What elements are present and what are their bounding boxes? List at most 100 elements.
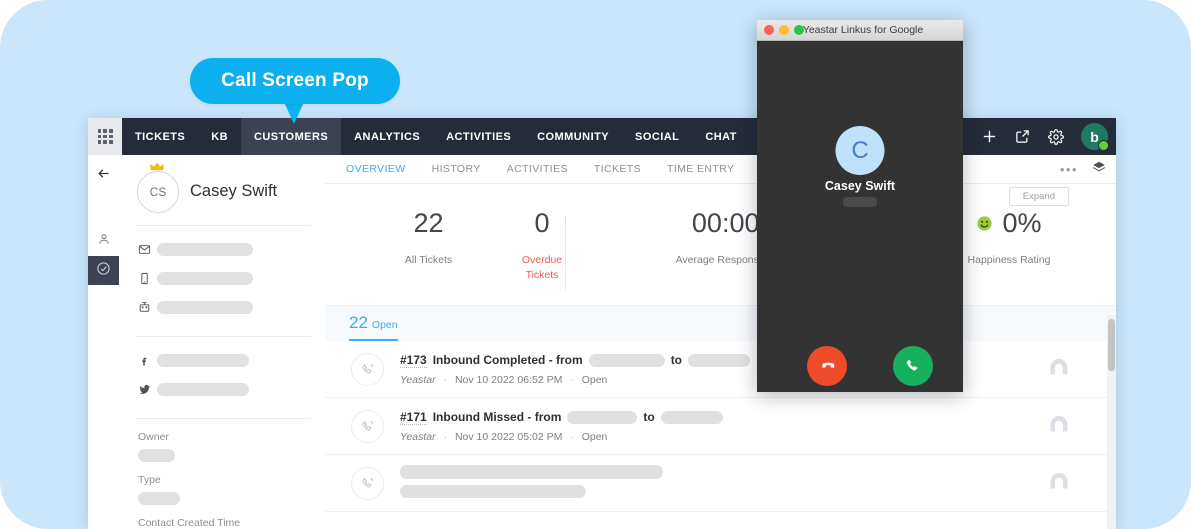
contact-field-phone[interactable] bbox=[119, 293, 325, 322]
expand-button[interactable]: Expand bbox=[1008, 187, 1069, 206]
meta-separator: · bbox=[570, 373, 574, 386]
table-row[interactable]: #171 Inbound Missed - from to Yeastar · … bbox=[325, 398, 1116, 455]
contact-field-email[interactable] bbox=[119, 235, 325, 264]
stat-value: 0 bbox=[534, 208, 550, 238]
crown-icon bbox=[150, 161, 165, 173]
masked-value bbox=[157, 354, 249, 367]
divider bbox=[135, 225, 311, 226]
page-background: TICKETS KB CUSTOMERS ANALYTICS ACTIVITIE… bbox=[0, 0, 1191, 529]
contact-avatar[interactable]: CS bbox=[137, 171, 179, 213]
contact-field-mobile[interactable] bbox=[119, 264, 325, 293]
table-row[interactable] bbox=[325, 455, 1116, 512]
tab-history[interactable]: HISTORY bbox=[419, 156, 494, 183]
window-title-bar[interactable]: Yeastar Linkus for Google bbox=[757, 20, 963, 41]
callout-pointer bbox=[284, 102, 304, 124]
field-label-contact-created-time: Contact Created Time bbox=[138, 517, 241, 529]
callout-bubble: Call Screen Pop bbox=[190, 58, 400, 104]
ticket-to-label: to bbox=[670, 353, 683, 367]
close-button[interactable] bbox=[764, 25, 774, 35]
nav-item-kb[interactable]: KB bbox=[198, 118, 241, 155]
plus-icon[interactable] bbox=[980, 127, 999, 146]
stat-all-tickets: 22 All Tickets bbox=[367, 210, 490, 268]
smiley-icon bbox=[976, 215, 993, 232]
nav-label: CUSTOMERS bbox=[254, 130, 329, 143]
rail-button-person[interactable] bbox=[88, 227, 119, 256]
stat-number: 00:00 bbox=[691, 208, 760, 238]
tab-time-entry[interactable]: TIME ENTRY bbox=[654, 156, 747, 183]
nav-item-activities[interactable]: ACTIVITIES bbox=[433, 118, 524, 155]
stats-row: 22 All Tickets 0 Overdue Tickets 00:00hr… bbox=[325, 210, 1116, 305]
open-label: Open bbox=[371, 319, 398, 331]
answer-call-button[interactable] bbox=[893, 346, 933, 386]
stat-label: All Tickets bbox=[404, 254, 453, 266]
nav-label: TICKETS bbox=[135, 130, 186, 143]
check-circle-icon bbox=[96, 261, 111, 281]
ticket-status: Open bbox=[581, 373, 608, 386]
more-options-icon[interactable]: ••• bbox=[1060, 162, 1078, 177]
field-label-type: Type bbox=[138, 474, 161, 486]
rail-button-tasks[interactable] bbox=[88, 256, 119, 285]
nav-label: SOCIAL bbox=[635, 130, 680, 143]
stat-divider bbox=[565, 216, 566, 290]
open-filter-tab[interactable]: 22 Open bbox=[349, 313, 398, 341]
masked-value bbox=[157, 301, 253, 314]
traffic-lights bbox=[764, 20, 804, 40]
contact-field-facebook[interactable] bbox=[119, 346, 325, 375]
phone-ring-icon bbox=[351, 352, 384, 386]
tab-label: TIME ENTRY bbox=[667, 162, 735, 175]
masked-meta bbox=[400, 485, 586, 498]
table-row[interactable]: #173 Inbound Completed - from to Yeastar… bbox=[325, 341, 1116, 398]
nav-item-community[interactable]: COMMUNITY bbox=[524, 118, 622, 155]
ticket-org: Yeastar bbox=[400, 373, 436, 386]
nav-item-tickets[interactable]: TICKETS bbox=[122, 118, 198, 155]
ticket-title-row: #171 Inbound Missed - from to bbox=[400, 410, 1116, 425]
facebook-icon bbox=[138, 355, 157, 367]
ticket-list: #173 Inbound Completed - from to Yeastar… bbox=[325, 341, 1116, 512]
caller-number-masked bbox=[843, 197, 877, 207]
callout-label: Call Screen Pop bbox=[221, 70, 369, 91]
contact-panel: CS Casey Swift Owner Type Contact Create… bbox=[119, 155, 326, 529]
scrollbar-thumb[interactable] bbox=[1108, 319, 1115, 371]
avatar[interactable]: b bbox=[1081, 123, 1109, 151]
phone-ring-icon bbox=[351, 466, 384, 500]
user-placeholder-icon bbox=[1046, 470, 1072, 496]
layers-icon[interactable] bbox=[1092, 160, 1106, 179]
nav-item-social[interactable]: SOCIAL bbox=[622, 118, 692, 155]
external-link-icon[interactable] bbox=[1013, 127, 1032, 146]
person-icon bbox=[97, 232, 111, 251]
nav-item-chat[interactable]: CHAT bbox=[692, 118, 750, 155]
contact-field-twitter[interactable] bbox=[119, 375, 325, 404]
nav-label: KB bbox=[211, 130, 229, 143]
left-icon-rail bbox=[88, 155, 120, 529]
phone-icon bbox=[138, 301, 157, 314]
minimize-button[interactable] bbox=[779, 25, 789, 35]
contact-labelled-fields: Owner Type Contact Created Time bbox=[119, 431, 325, 529]
nav-item-analytics[interactable]: ANALYTICS bbox=[341, 118, 433, 155]
maximize-button[interactable] bbox=[794, 25, 804, 35]
meta-separator: · bbox=[443, 430, 448, 443]
decline-call-button[interactable] bbox=[807, 346, 847, 386]
stat-label: Overdue Tickets bbox=[521, 254, 563, 281]
answer-call-icon bbox=[903, 356, 923, 376]
meta-separator: · bbox=[443, 373, 448, 386]
meta-separator: · bbox=[570, 430, 574, 443]
avatar-initial: b bbox=[1090, 128, 1099, 145]
ticket-id[interactable]: #171 bbox=[400, 410, 427, 425]
open-filter-bar: 22 Open bbox=[325, 305, 1116, 341]
masked-value bbox=[157, 383, 249, 396]
divider bbox=[135, 336, 311, 337]
caller-avatar-initial: C bbox=[851, 136, 869, 164]
ticket-title: Inbound Missed - from bbox=[432, 410, 562, 424]
ticket-id[interactable]: #173 bbox=[400, 353, 427, 368]
tab-activities[interactable]: ACTIVITIES bbox=[494, 156, 581, 183]
gear-icon[interactable] bbox=[1046, 127, 1065, 146]
tab-label: TICKETS bbox=[593, 162, 642, 175]
masked-to-number bbox=[660, 410, 723, 424]
apps-grid-button[interactable] bbox=[88, 118, 122, 155]
linkus-call-window: Yeastar Linkus for Google C Casey Swift bbox=[757, 20, 963, 392]
tab-tickets[interactable]: TICKETS bbox=[581, 156, 654, 183]
user-placeholder-icon bbox=[1046, 356, 1072, 382]
main-content: OVERVIEW HISTORY ACTIVITIES TICKETS TIME… bbox=[325, 155, 1116, 529]
back-button[interactable] bbox=[88, 155, 119, 197]
tab-overview[interactable]: OVERVIEW bbox=[333, 156, 419, 183]
